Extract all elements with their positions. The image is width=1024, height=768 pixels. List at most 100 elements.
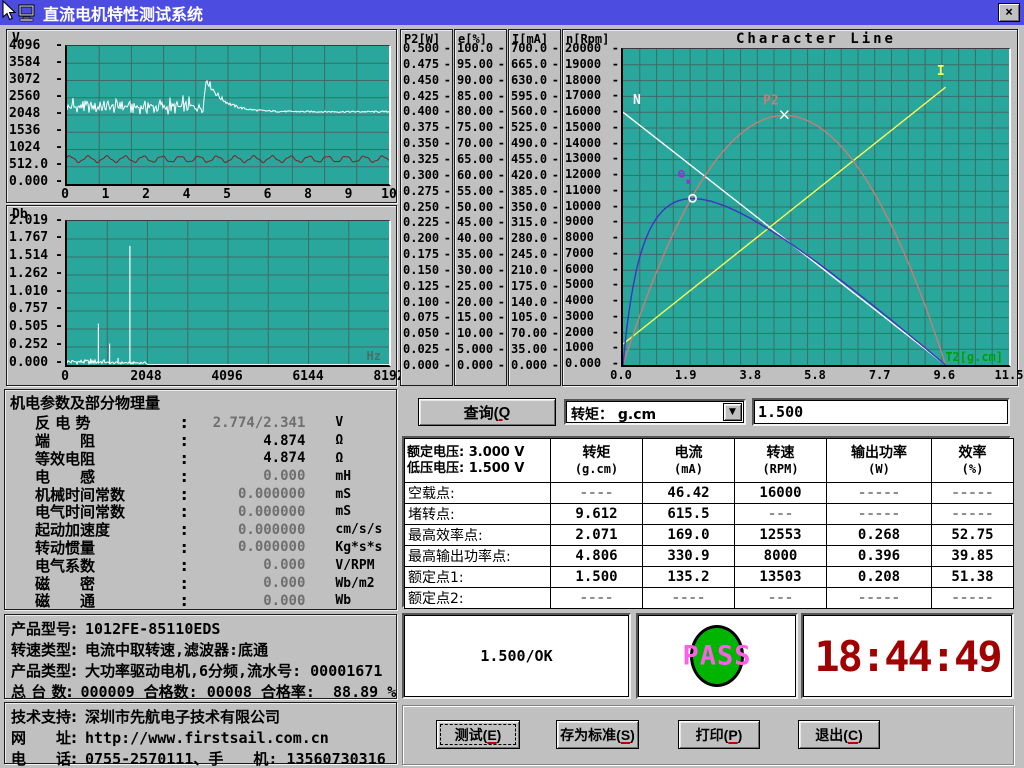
i-scale-value: 525.0 xyxy=(511,120,559,134)
action-buttons-bar: 测试(E) 存为标准(S) 打印(P) 退出(C) xyxy=(402,705,1014,765)
row-label: 堵转点: xyxy=(405,504,551,525)
e-scale-value: 0.000 xyxy=(457,358,505,372)
n-scale-value: 8000 xyxy=(565,230,619,244)
test-result-text: 1.500/OK xyxy=(480,647,552,665)
i-scale-value: 280.0 xyxy=(511,231,559,245)
e-scale-value: 45.00 xyxy=(457,215,505,229)
param-unit: V/RPM xyxy=(335,558,374,573)
v-x-tick: 9 xyxy=(345,187,353,202)
close-button[interactable]: × xyxy=(998,3,1020,22)
v-y-tick: 2048 xyxy=(9,106,63,120)
e-scale-value: 95.00 xyxy=(457,57,505,71)
t2-x-axis: 0.01.93.85.87.79.611.5 xyxy=(621,367,1009,382)
table-column-header: 转速(RPM) xyxy=(735,439,827,483)
query-value-input[interactable] xyxy=(758,401,1004,423)
db-x-tick: 4096 xyxy=(211,369,242,384)
query-value-field[interactable] xyxy=(752,398,1010,426)
table-cell: 615.5 xyxy=(643,504,735,525)
button-hotkey: P xyxy=(728,727,737,743)
param-row: 转动惯量:0.000000Kg*s*s xyxy=(11,539,392,557)
n-scale-value: 13000 xyxy=(565,151,619,165)
dropdown-selected-value: 转矩： g.cm xyxy=(571,404,656,424)
button-label: 存为标准( xyxy=(560,725,621,745)
param-unit: mH xyxy=(335,469,351,484)
table-row: 空载点:----46.4216000---------- xyxy=(405,483,1014,504)
v-y-tick: 2560 xyxy=(9,89,63,103)
v-x-tick: 10 xyxy=(381,187,397,202)
save-standard-button[interactable]: 存为标准(S) xyxy=(556,720,639,749)
print-button[interactable]: 打印(P) xyxy=(678,720,760,749)
table-column-header: 输出功率(W) xyxy=(827,439,932,483)
column-unit: (RPM) xyxy=(737,462,824,476)
support-label: 网 址: xyxy=(11,727,77,748)
table-cell: ----- xyxy=(827,483,932,504)
table-cell: 39.85 xyxy=(932,546,1014,567)
table-cell: 8000 xyxy=(735,546,827,567)
param-row: 机械时间常数:0.000000mS xyxy=(11,485,392,503)
v-x-tick: 4 xyxy=(183,187,191,202)
v-y-tick: 4096 xyxy=(9,38,63,52)
v-y-tick: 3072 xyxy=(9,72,63,86)
param-unit: Wb/m2 xyxy=(335,576,374,591)
e-scale-value: 65.00 xyxy=(457,152,505,166)
param-value: 0.000000 xyxy=(187,504,305,520)
i-scale-value: 210.0 xyxy=(511,263,559,277)
t2-x-tick: 11.5 xyxy=(995,368,1024,382)
query-button[interactable]: 查询(Q xyxy=(418,398,556,426)
table-cell: ----- xyxy=(932,504,1014,525)
param-value: 0.000 xyxy=(187,468,305,484)
n-scale-value: 19000 xyxy=(565,57,619,71)
param-value: 0.000 xyxy=(187,557,305,573)
p2-scale-value: 0.325 xyxy=(403,152,451,166)
p2-scale-value: 0.250 xyxy=(403,200,451,214)
p2-scale-value: 0.300 xyxy=(403,168,451,182)
i-scale-value: 245.0 xyxy=(511,247,559,261)
table-cell: 46.42 xyxy=(643,483,735,504)
v-x-tick: 6 xyxy=(264,187,272,202)
e-scale-value: 75.00 xyxy=(457,120,505,134)
button-hotkey: E xyxy=(487,727,496,743)
e-scale-value: 35.00 xyxy=(457,247,505,261)
column-title: 输出功率 xyxy=(829,445,929,462)
dropdown-arrow-icon[interactable]: ▼ xyxy=(723,403,742,421)
param-value: 0.000 xyxy=(187,575,305,591)
v-y-tick: 3584 xyxy=(9,55,63,69)
v-y-tick: 1536 xyxy=(9,123,63,137)
params-title: 机电参数及部分物理量 xyxy=(10,392,160,413)
db-y-axis: 2.0191.7671.5141.2621.0100.7570.5050.252… xyxy=(7,220,64,362)
v-x-tick: 1 xyxy=(102,187,110,202)
test-button[interactable]: 测试(E) xyxy=(436,720,520,749)
support-line: 网 址:http://www.firstsail.com.cn xyxy=(11,727,392,748)
product-line: 产品类型:大功率驱动电机,6分频,流水号: 00001671 xyxy=(11,660,392,681)
exit-button[interactable]: 退出(C) xyxy=(798,720,880,749)
t2-x-tick: 9.6 xyxy=(933,368,955,382)
n-scale-value: 16000 xyxy=(565,104,619,118)
db-y-tick: 1.514 xyxy=(9,249,63,263)
db-y-tick: 2.019 xyxy=(9,213,63,227)
param-value: 4.874 xyxy=(187,450,305,466)
i-scale-value: 140.0 xyxy=(511,295,559,309)
support-line: 技术支持:深圳市先航电子技术有限公司 xyxy=(11,706,392,727)
product-info-panel: 产品型号:1012FE-85110EDS转速类型:电流中取转速,滤波器:底通产品… xyxy=(4,614,397,699)
p2-scale-value: 0.175 xyxy=(403,247,451,261)
param-value: 0.000000 xyxy=(187,522,305,538)
v-x-tick: 8 xyxy=(304,187,312,202)
t2-x-tick: 3.8 xyxy=(739,368,761,382)
title-bar[interactable]: 直流电机特性测试系统 × xyxy=(0,0,1024,25)
db-y-tick: 1.767 xyxy=(9,231,63,245)
button-label: 退出( xyxy=(815,725,848,745)
e-scale-value: 30.00 xyxy=(457,263,505,277)
p2-scale-value: 0.225 xyxy=(403,215,451,229)
chart-title: Character Line xyxy=(621,31,1011,47)
button-label: ) xyxy=(497,727,502,743)
p2-scale-value: 0.050 xyxy=(403,326,451,340)
v-x-tick: 2 xyxy=(142,187,150,202)
pass-indicator-box: PASS xyxy=(636,613,798,699)
voltage-spec: 低压电压: 1.500 V xyxy=(407,461,548,477)
table-cell: ---- xyxy=(643,588,735,609)
table-row: 额定点1:1.500135.2135030.20851.38 xyxy=(405,567,1014,588)
torque-unit-dropdown[interactable]: 转矩： g.cm ▼ xyxy=(564,399,746,425)
table-cell: ----- xyxy=(827,504,932,525)
product-line: 产品型号:1012FE-85110EDS xyxy=(11,618,392,639)
p2-scale-value: 0.150 xyxy=(403,263,451,277)
